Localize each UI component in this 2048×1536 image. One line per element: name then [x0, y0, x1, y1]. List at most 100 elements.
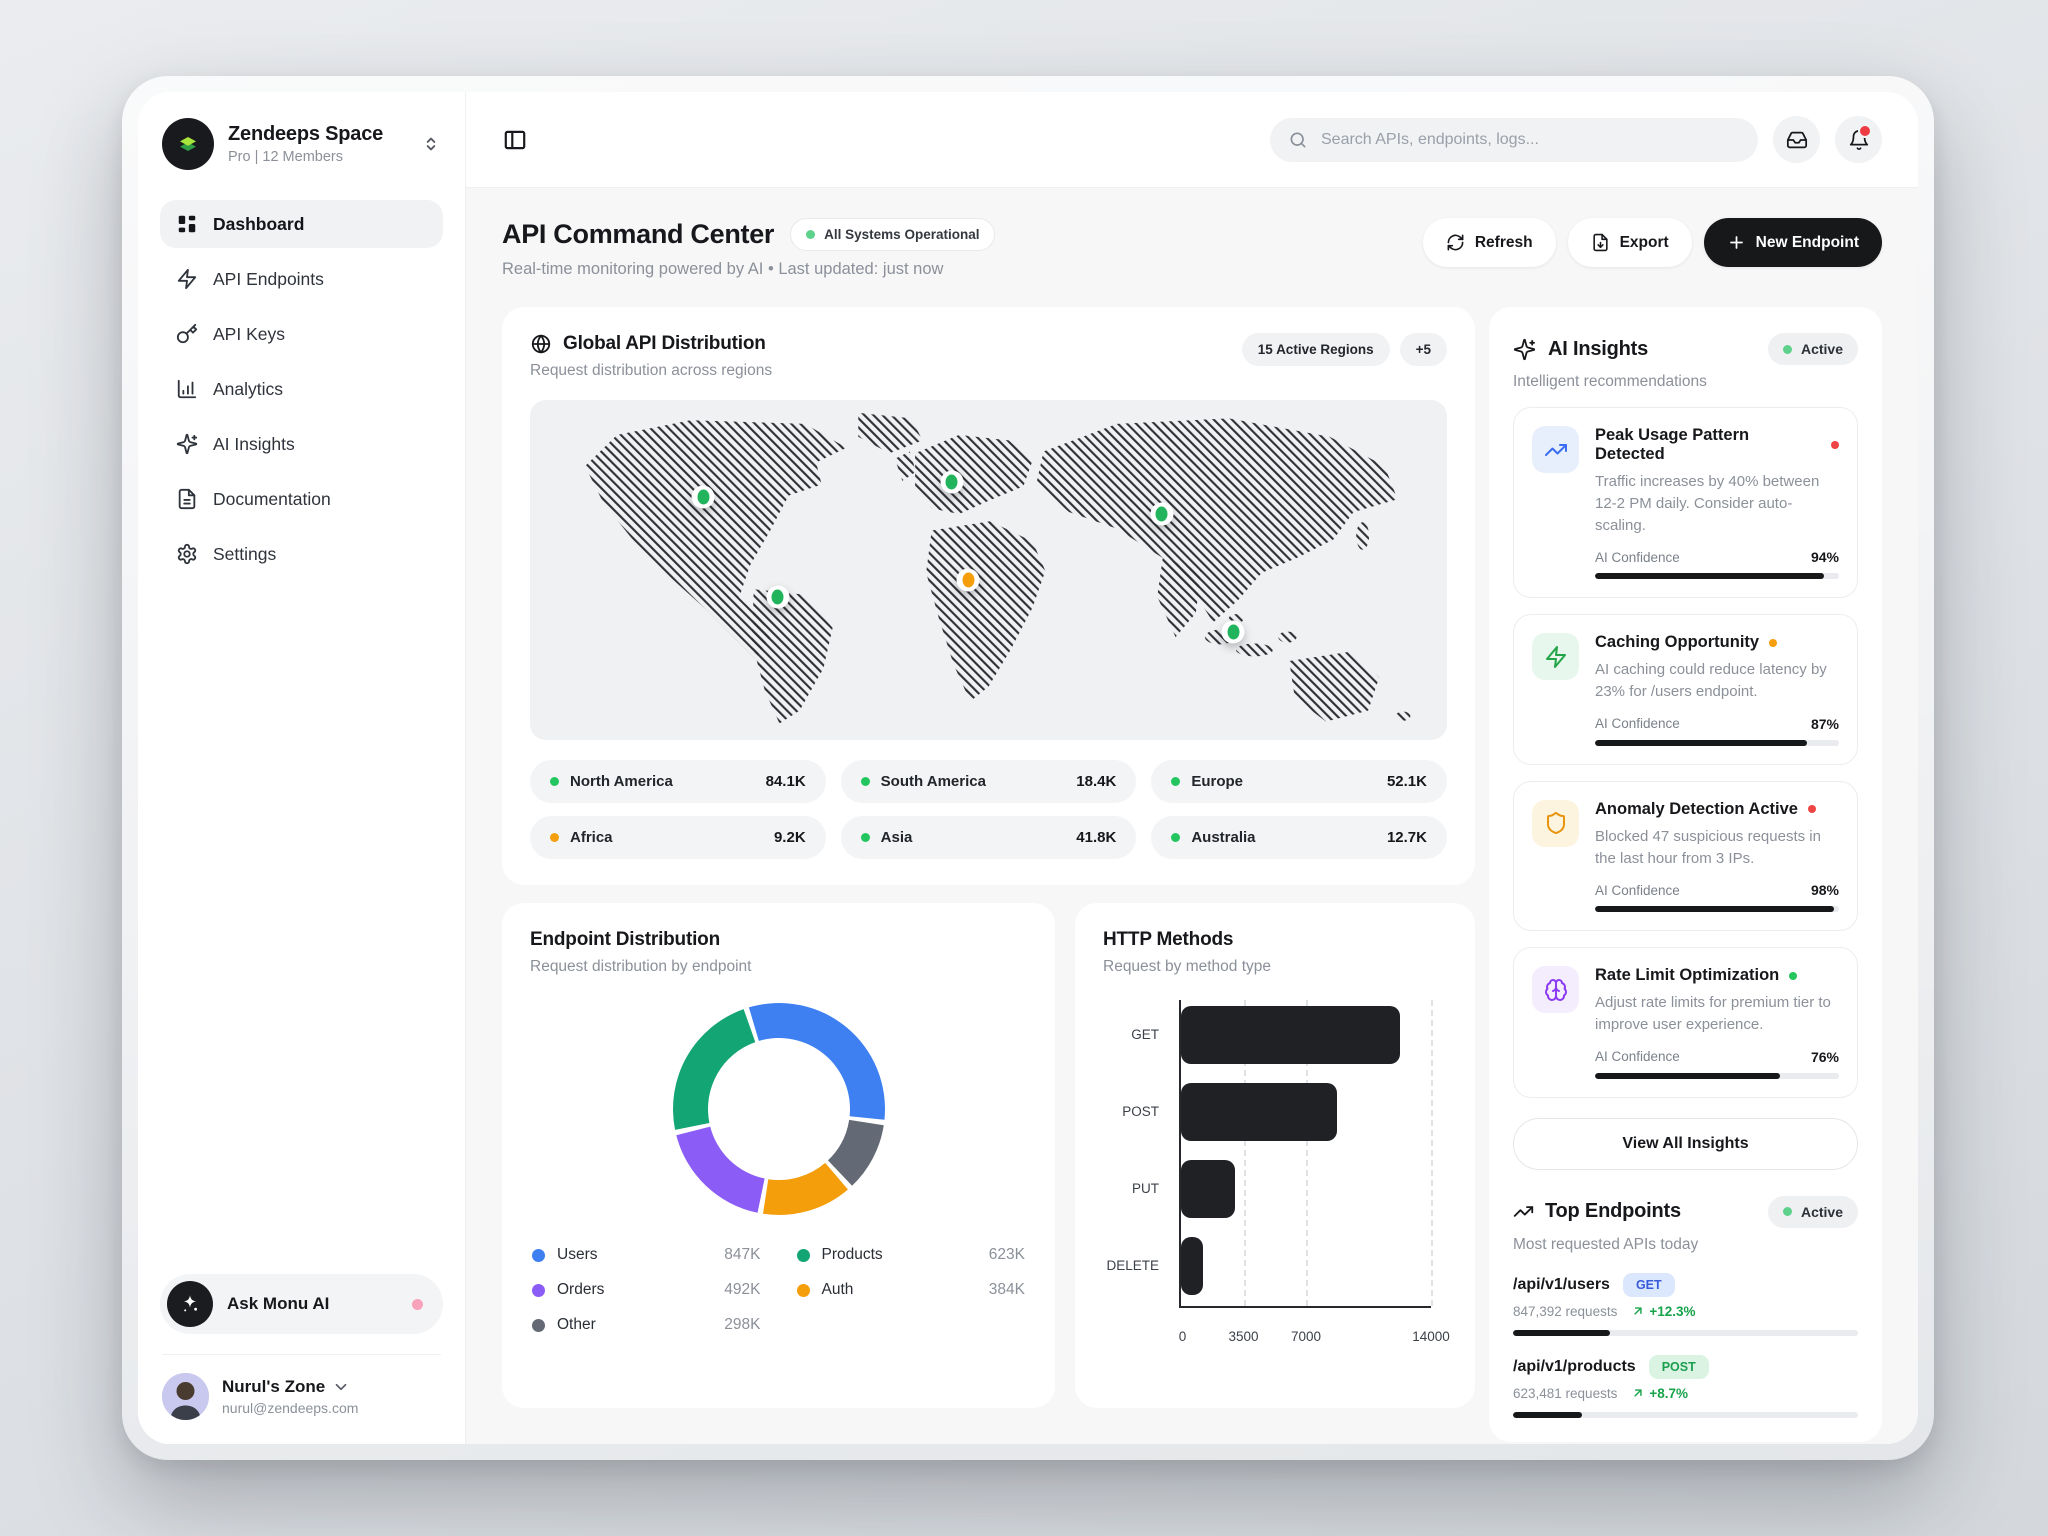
page-subtitle: Real-time monitoring powered by AI • Las…: [502, 260, 995, 279]
donut-legend: Users847KProducts623KOrders492KAuth384KO…: [530, 1246, 1027, 1334]
app-window: Zendeeps Space Pro | 12 Members Dashboar…: [138, 92, 1918, 1444]
endpoint-change: +8.7%: [1649, 1386, 1688, 1401]
endpoint-card-subtitle: Request distribution by endpoint: [530, 958, 1027, 976]
sparkle-icon: [167, 1281, 213, 1327]
region-stats: North America84.1KSouth America18.4KEuro…: [530, 760, 1447, 859]
insight-body: Traffic increases by 40% between 12-2 PM…: [1595, 471, 1839, 536]
map-marker-south-america[interactable]: [766, 585, 789, 608]
endpoint-item-api-v1-products[interactable]: /api/v1/productsPOST 623,481 requests+8.…: [1513, 1355, 1858, 1418]
region-name: Australia: [1191, 829, 1255, 846]
notifications-button[interactable]: [1835, 116, 1882, 163]
legend-value: 847K: [724, 1246, 760, 1264]
y-tick-label: POST: [1122, 1104, 1159, 1119]
region-name: South America: [881, 773, 986, 790]
inbox-icon: [1786, 129, 1808, 151]
insight-card-anomaly-detection-active[interactable]: Anomaly Detection Active Blocked 47 susp…: [1513, 781, 1858, 932]
insight-card-rate-limit-optimization[interactable]: Rate Limit Optimization Adjust rate limi…: [1513, 947, 1858, 1098]
insight-card-peak-usage-pattern-detected[interactable]: Peak Usage Pattern Detected Traffic incr…: [1513, 407, 1858, 598]
ai-insights-title: AI Insights: [1548, 338, 1648, 361]
search-input[interactable]: [1319, 130, 1740, 150]
world-map: [530, 400, 1447, 740]
insight-card-caching-opportunity[interactable]: Caching Opportunity AI caching could red…: [1513, 614, 1858, 765]
sidebar-item-label: API Keys: [213, 324, 285, 345]
region-name: Asia: [881, 829, 913, 846]
dashboard-icon: [176, 213, 198, 235]
map-marker-australia[interactable]: [1222, 620, 1245, 643]
region-value: 9.2K: [774, 829, 806, 846]
legend-dot: [797, 1249, 810, 1262]
bar-chart-icon: [176, 378, 198, 400]
ask-monu-ai-button[interactable]: Ask Monu AI: [160, 1274, 443, 1334]
page-content: API Command Center All Systems Operation…: [466, 188, 1918, 1444]
region-name: Europe: [1191, 773, 1243, 790]
endpoint-item-api-v1-users[interactable]: /api/v1/usersGET 847,392 requests+12.3%: [1513, 1273, 1858, 1336]
bar-post[interactable]: [1181, 1083, 1337, 1141]
status-dot: [806, 230, 815, 239]
sidebar-item-ai-insights[interactable]: AI Insights: [160, 420, 443, 468]
chevrons-up-down-icon[interactable]: [421, 134, 441, 154]
insight-status-dot: [1808, 805, 1816, 813]
bar-put[interactable]: [1181, 1160, 1235, 1218]
notification-badge: [1858, 124, 1872, 138]
donut-segment-orders[interactable]: [676, 1127, 764, 1213]
sidebar-item-label: Dashboard: [213, 214, 304, 235]
sidebar-item-settings[interactable]: Settings: [160, 530, 443, 578]
legend-dot: [532, 1319, 545, 1332]
export-button[interactable]: Export: [1568, 218, 1692, 267]
refresh-button[interactable]: Refresh: [1423, 218, 1556, 267]
region-value: 41.8K: [1076, 829, 1116, 846]
method-badge: GET: [1623, 1273, 1675, 1297]
search-bar[interactable]: [1270, 118, 1758, 162]
global-distribution-card: Global API Distribution Request distribu…: [502, 307, 1475, 885]
bar-get[interactable]: [1181, 1006, 1400, 1064]
legend-value: 492K: [724, 1281, 760, 1299]
region-value: 12.7K: [1387, 829, 1427, 846]
arrow-up-right-icon: [1631, 1386, 1645, 1400]
donut-segment-users[interactable]: [748, 1003, 884, 1120]
insight-status-dot: [1769, 639, 1777, 647]
confidence-label: AI Confidence: [1595, 1049, 1680, 1064]
chevron-down-icon[interactable]: [332, 1378, 350, 1396]
map-marker-africa[interactable]: [957, 568, 980, 591]
map-marker-europe[interactable]: [940, 470, 963, 493]
sidebar-toggle-icon[interactable]: [502, 127, 528, 153]
globe-icon: [530, 333, 552, 355]
plus-icon: [1727, 233, 1746, 252]
sidebar-item-api-endpoints[interactable]: API Endpoints: [160, 255, 443, 303]
donut-segment-auth[interactable]: [762, 1163, 847, 1215]
topbar: [466, 92, 1918, 188]
y-tick-label: PUT: [1132, 1181, 1159, 1196]
top-endpoints-badge: Active: [1768, 1196, 1858, 1228]
map-marker-north-america[interactable]: [692, 485, 715, 508]
inbox-button[interactable]: [1773, 116, 1820, 163]
map-card-title: Global API Distribution: [563, 333, 766, 355]
sidebar-divider: [162, 1354, 441, 1355]
http-card-title: HTTP Methods: [1103, 929, 1233, 951]
region-dot: [1171, 777, 1180, 786]
sidebar-item-documentation[interactable]: Documentation: [160, 475, 443, 523]
legend-item-products: Products623K: [797, 1246, 1026, 1264]
bar-delete[interactable]: [1181, 1237, 1203, 1295]
map-marker-asia[interactable]: [1150, 502, 1173, 525]
more-regions-chip[interactable]: +5: [1400, 333, 1447, 366]
donut-segment-other[interactable]: [827, 1120, 883, 1186]
view-all-insights-button[interactable]: View All Insights: [1513, 1118, 1858, 1170]
workspace-meta: Pro | 12 Members: [228, 149, 383, 165]
page-title: API Command Center: [502, 219, 774, 250]
region-stat-asia: Asia 41.8K: [841, 816, 1137, 859]
sidebar-item-analytics[interactable]: Analytics: [160, 365, 443, 413]
user-profile[interactable]: Nurul's Zone nurul@zendeeps.com: [160, 1373, 443, 1420]
region-value: 84.1K: [766, 773, 806, 790]
sidebar-item-label: AI Insights: [213, 434, 295, 455]
donut-segment-products[interactable]: [672, 1009, 754, 1130]
workspace-switcher[interactable]: Zendeeps Space Pro | 12 Members: [160, 118, 443, 170]
x-tick-label: 7000: [1291, 1329, 1321, 1344]
sparkles-icon: [176, 433, 198, 455]
http-bar-chart: GETPOSTPUTDELETE 03500700014000: [1103, 1000, 1447, 1352]
insight-title: Anomaly Detection Active: [1595, 800, 1798, 819]
new-endpoint-button[interactable]: New Endpoint: [1704, 218, 1882, 267]
sidebar-item-dashboard[interactable]: Dashboard: [160, 200, 443, 248]
sidebar: Zendeeps Space Pro | 12 Members Dashboar…: [138, 92, 466, 1444]
sidebar-item-api-keys[interactable]: API Keys: [160, 310, 443, 358]
endpoint-requests: 847,392 requests: [1513, 1304, 1617, 1319]
